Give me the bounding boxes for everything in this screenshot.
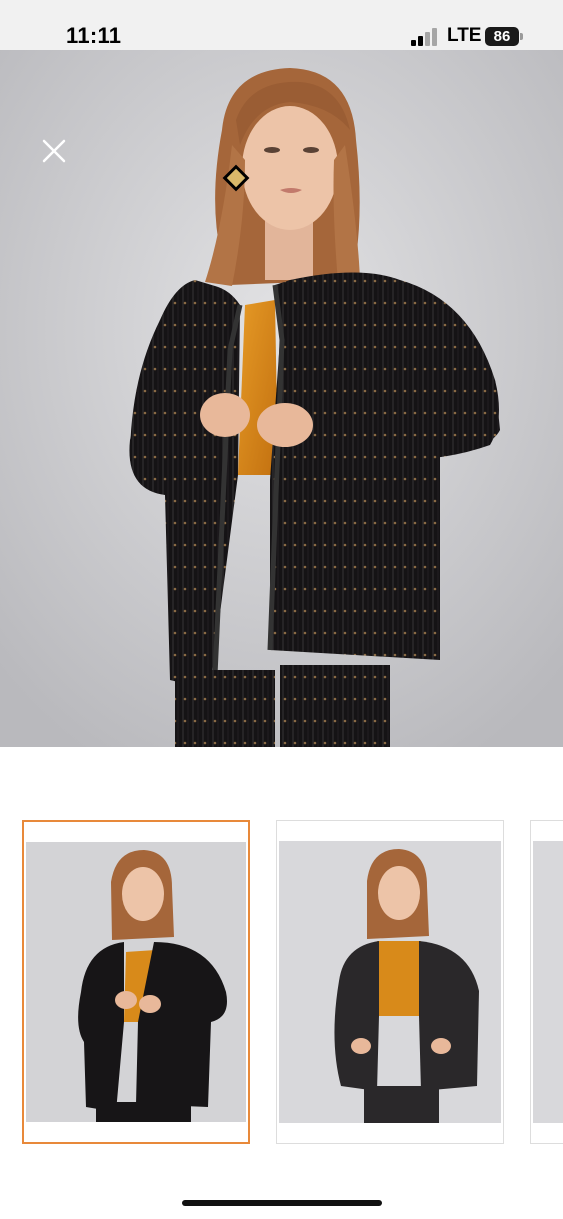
- model-photo: [0, 50, 563, 747]
- thumbnail-image: [533, 841, 563, 1123]
- status-time: 11:11: [66, 23, 122, 48]
- network-type: LTE: [447, 25, 482, 46]
- close-icon[interactable]: [40, 137, 68, 165]
- product-hero-image[interactable]: [0, 50, 563, 747]
- thumbnail-1[interactable]: [22, 820, 250, 1144]
- thumbnail-3[interactable]: [530, 820, 563, 1144]
- signal-strength-icon: [411, 28, 437, 46]
- thumbnail-2[interactable]: [276, 820, 504, 1144]
- thumbnail-carousel[interactable]: [0, 818, 563, 1150]
- thumbnail-image: [26, 842, 246, 1122]
- battery-icon: 86: [485, 27, 519, 46]
- thumbnail-image: [279, 841, 501, 1123]
- status-bar: 11:11 LTE 86: [0, 0, 563, 50]
- home-indicator[interactable]: [182, 1200, 382, 1206]
- battery-tip: [520, 33, 523, 40]
